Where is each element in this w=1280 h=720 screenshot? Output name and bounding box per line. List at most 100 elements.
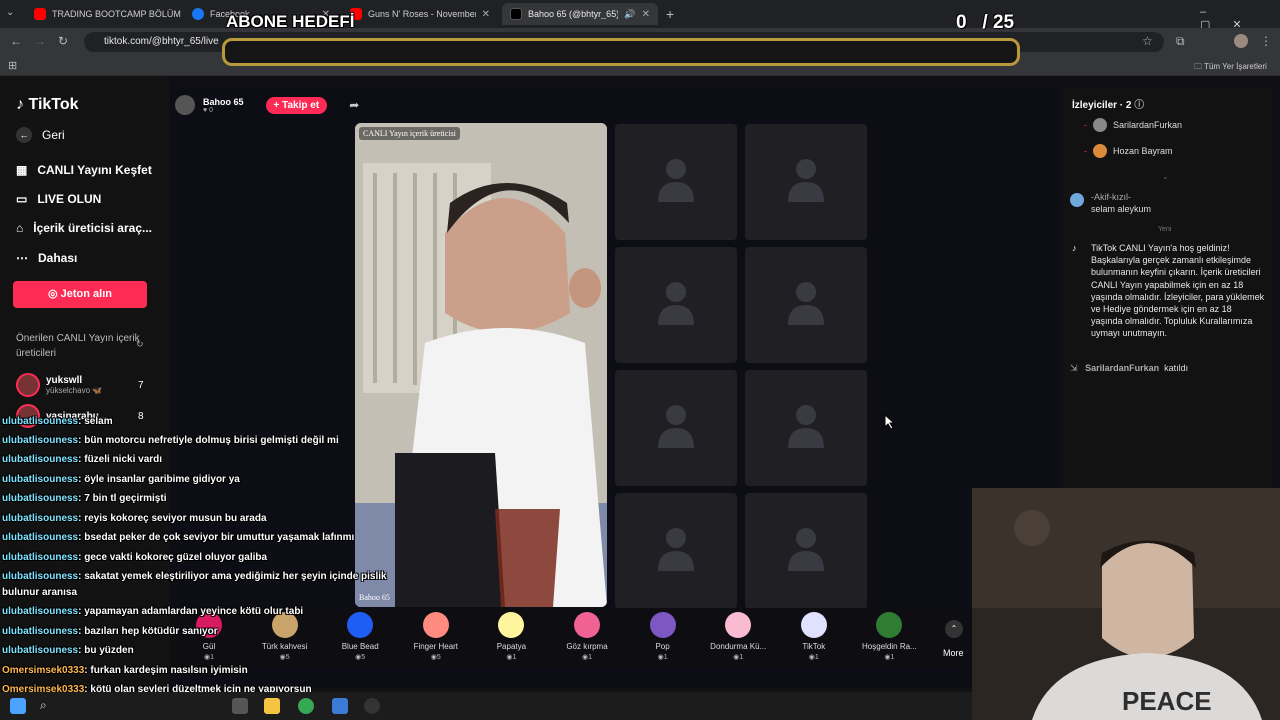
- obs-icon[interactable]: [364, 698, 380, 714]
- guest-slot[interactable]: [745, 493, 867, 609]
- tab-search-icon[interactable]: ⌄: [6, 7, 14, 18]
- more-gifts-link[interactable]: More: [943, 648, 964, 658]
- chat-text: : bu yüzden: [78, 645, 134, 656]
- gift-item[interactable]: Papatya ◉1: [473, 612, 549, 661]
- chevron-down-icon[interactable]: ⌄: [1162, 172, 1169, 181]
- guest-slot[interactable]: [615, 247, 737, 363]
- back-link[interactable]: ← Geri: [16, 127, 65, 143]
- calculator-icon[interactable]: [332, 698, 348, 714]
- gift-price-value: 5: [285, 654, 290, 661]
- file-explorer-icon[interactable]: [264, 698, 280, 714]
- gift-item[interactable]: Finger Heart ◉5: [398, 612, 474, 661]
- gift-name: Dondurma Kü...: [710, 642, 767, 651]
- host-name[interactable]: Bahoo 65: [203, 97, 244, 107]
- tab-guns-n-roses[interactable]: Guns N' Roses - November Rain ✕: [342, 3, 498, 25]
- guest-slot[interactable]: [615, 370, 737, 486]
- gift-item[interactable]: TikTok ◉1: [776, 612, 852, 661]
- apps-grid-icon[interactable]: ⊞: [8, 59, 17, 72]
- chat-text: : füzeli nicki vardı: [78, 454, 163, 465]
- gift-item[interactable]: Hoşgeldin Ra... ◉1: [851, 612, 927, 661]
- share-icon[interactable]: ➦: [349, 98, 359, 112]
- tiktok-logo[interactable]: ♪ TikTok: [16, 96, 79, 114]
- reload-icon[interactable]: ↻: [58, 34, 68, 48]
- gift-price-value: 1: [814, 654, 819, 661]
- host-avatar[interactable]: [175, 95, 195, 115]
- menu-dots-icon[interactable]: ⋮: [1260, 34, 1272, 48]
- chevron-up-icon[interactable]: ⌃: [945, 620, 963, 638]
- user-placeholder-icon: [658, 528, 694, 571]
- creator-sub: yükselchavo 🦋: [46, 386, 103, 395]
- guest-slot[interactable]: [745, 247, 867, 363]
- new-tab-icon[interactable]: +: [666, 6, 674, 22]
- video-name: Bahoo 65: [359, 593, 390, 602]
- tab-trading[interactable]: TRADING BOOTCAMP BÖLÜM ✕: [26, 3, 182, 25]
- gift-price-value: 1: [588, 654, 592, 661]
- gift-price-value: 5: [436, 654, 441, 661]
- nav-creator-tools[interactable]: ⌂ İçerik üreticisi araç...: [16, 221, 152, 235]
- gift-item[interactable]: Göz kırpma ◉1: [549, 612, 625, 661]
- gift-price: ◉1: [581, 654, 592, 661]
- gift-name: Blue Bead: [341, 642, 379, 651]
- overlay-chat-line: Omersimsek0333: furkan kardeşim nasılsın…: [2, 665, 248, 676]
- host-bar: Bahoo 65 ♥ 0 + Takip et ➦: [175, 95, 359, 115]
- tiktok-icon: ♪: [1072, 243, 1077, 253]
- guest-slot[interactable]: [615, 493, 737, 609]
- gift-item[interactable]: Pop ◉1: [625, 612, 701, 661]
- chat-username: ulubatlisouness: [2, 416, 79, 427]
- gift-item[interactable]: Türk kahvesi ◉5: [247, 612, 323, 661]
- host-likes: ♥ 0: [203, 106, 214, 114]
- chat-text: : 7 bin tl geçirmişti: [78, 493, 167, 504]
- chat-text: : furkan kardeşim nasılsın iyimisin: [84, 665, 248, 676]
- suggested-title: Önerilen CANLI Yayın içerik üreticileri: [16, 333, 140, 359]
- follow-button[interactable]: + Takip et: [265, 96, 328, 114]
- nav-more[interactable]: ⋯ Dahası: [16, 251, 77, 265]
- all-bookmarks[interactable]: 🗀 Tüm Yer İşaretleri: [1194, 61, 1267, 75]
- chat-text: : bsedat peker de çok seviyor bir umuttu…: [78, 532, 355, 543]
- gift-item[interactable]: Blue Bead ◉5: [322, 612, 398, 661]
- avatar: [1070, 193, 1084, 207]
- gift-name: Hoşgeldin Ra...: [862, 642, 917, 651]
- gift-icon: [725, 612, 752, 638]
- gift-item[interactable]: Dondurma Kü... ◉1: [700, 612, 776, 661]
- chat-user[interactable]: -Akif-kızıl-: [1091, 191, 1151, 203]
- back-arrow-icon[interactable]: ←: [10, 34, 22, 48]
- nav-explore-live[interactable]: ▦ CANLI Yayını Keşfet: [16, 163, 152, 177]
- extensions-icon[interactable]: ⧉: [1176, 34, 1185, 49]
- speaker-icon[interactable]: 🔊: [624, 9, 635, 20]
- profile-avatar[interactable]: [1234, 34, 1248, 48]
- viewers-title-text: İzleyiciler · 2: [1072, 100, 1132, 111]
- get-coins-button[interactable]: ◎ Jeton alın: [13, 281, 147, 308]
- viewer-row[interactable]: - Hozan Bayram: [1084, 144, 1173, 158]
- nav-go-live[interactable]: ▭ LIVE OLUN: [16, 192, 101, 206]
- gift-price: ◉1: [203, 654, 214, 661]
- user-placeholder-icon: [658, 282, 694, 325]
- user-placeholder-icon: [658, 405, 694, 448]
- chrome-icon[interactable]: [298, 698, 314, 714]
- star-icon[interactable]: ☆: [1142, 34, 1153, 48]
- overlay-chat-line: ulubatlisouness: bün motorcu nefretiyle …: [2, 435, 339, 446]
- chat-username: ulubatlisouness: [2, 474, 79, 485]
- info-icon[interactable]: ⓘ: [1134, 100, 1144, 111]
- forward-arrow-icon[interactable]: →: [34, 34, 46, 48]
- close-icon[interactable]: ✕: [482, 9, 490, 20]
- viewer-row[interactable]: - SarilardanFurkan: [1084, 118, 1182, 132]
- guest-slot[interactable]: [615, 124, 737, 240]
- search-icon[interactable]: ⌕: [40, 698, 47, 713]
- refresh-icon[interactable]: ↻: [136, 339, 144, 350]
- suggested-creator[interactable]: yukswll yükselchavo 🦋 7: [16, 373, 166, 397]
- joined-user[interactable]: SarilardanFurkan: [1085, 363, 1159, 373]
- gift-price-value: 5: [361, 654, 366, 661]
- tab-bahoo-live[interactable]: Bahoo 65 (@bhtyr_65) CANLI 🔊 ✕: [502, 3, 658, 25]
- guest-slot[interactable]: [745, 124, 867, 240]
- overlay-chat-line: ulubatlisouness: reyis kokoreç seviyor m…: [2, 513, 267, 524]
- windows-start-icon[interactable]: [10, 698, 26, 714]
- chat-text: bulunur aranısa: [2, 587, 78, 598]
- guest-slot[interactable]: [745, 370, 867, 486]
- host-video[interactable]: CANLI Yayın içerik üreticisi Bahoo 65: [355, 123, 607, 607]
- youtube-icon: [34, 8, 46, 20]
- task-view-icon[interactable]: [232, 698, 248, 714]
- more-dots-icon: ⋯: [16, 251, 28, 265]
- close-icon[interactable]: ✕: [642, 9, 650, 20]
- chat-text: : selam: [78, 416, 113, 427]
- chat-username: ulubatlisouness: [2, 626, 79, 637]
